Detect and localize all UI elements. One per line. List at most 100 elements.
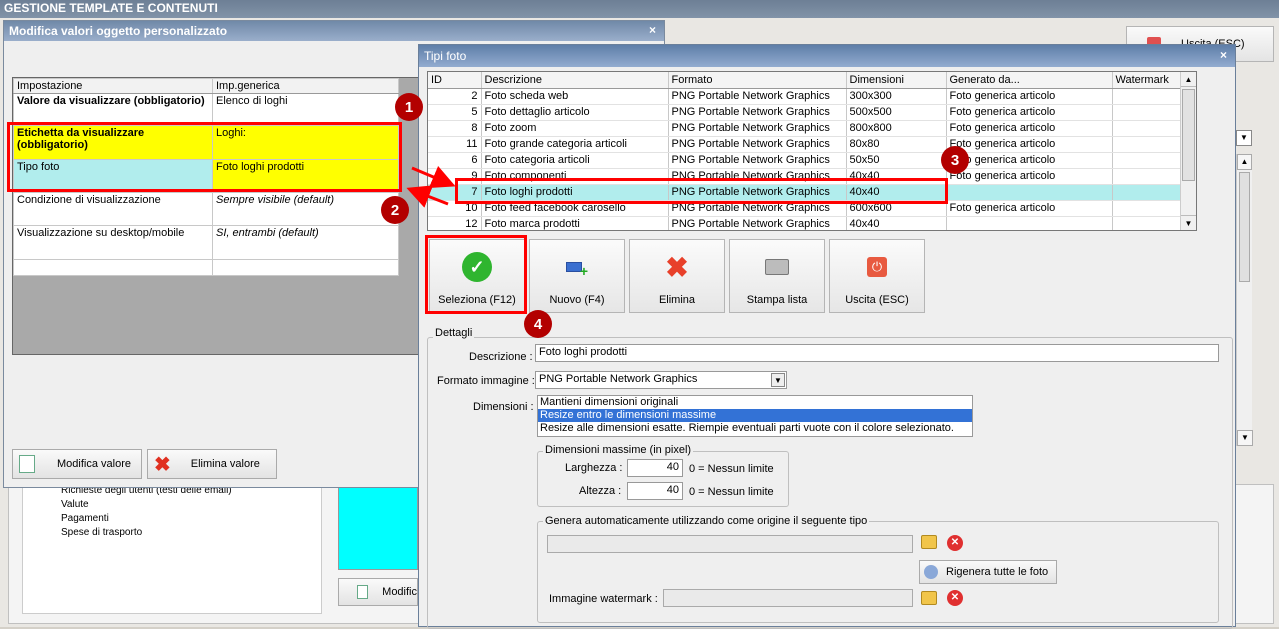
folder-icon[interactable] — [921, 591, 937, 605]
tree-item[interactable]: Pagamenti — [61, 513, 109, 524]
dialog1-title: Modifica valori oggetto personalizzato × — [4, 21, 664, 41]
tree-panel: Richieste degli utenti (testi delle emai… — [22, 484, 322, 614]
clear-red-icon[interactable]: ✕ — [947, 590, 963, 606]
edit-icon — [357, 585, 369, 599]
value-cell[interactable] — [212, 259, 399, 276]
col-header-format[interactable]: Formato — [668, 72, 847, 89]
list-item[interactable]: Mantieni dimensioni originali — [538, 396, 972, 409]
desc-cell: Foto dettaglio articolo — [481, 104, 669, 121]
table-row[interactable]: Condizione di visualizzazione Sempre vis… — [13, 192, 399, 226]
annotation-box-select-button — [425, 235, 527, 314]
scroll-up-icon[interactable]: ▲ — [1181, 72, 1196, 87]
dialog1-title-text: Modifica valori oggetto personalizzato — [9, 24, 228, 38]
desc-cell: Foto marca prodotti — [481, 216, 669, 230]
col-header-id[interactable]: ID — [428, 72, 482, 89]
max-dimensions-legend: Dimensioni massime (in pixel) — [543, 444, 694, 456]
col-header-watermark[interactable]: Watermark — [1112, 72, 1182, 89]
table-row[interactable]: Valore da visualizzare (obbligatorio) El… — [13, 93, 399, 126]
col-header-generated[interactable]: Generato da... — [946, 72, 1113, 89]
image-format-select[interactable]: PNG Portable Network Graphics ▼ — [535, 371, 787, 389]
new-button[interactable]: + Nuovo (F4) — [529, 239, 625, 313]
list-item[interactable]: Resize alle dimensioni esatte. Riempie e… — [538, 422, 972, 435]
table-row[interactable]: 11 Foto grande categoria articoli PNG Port… — [428, 136, 1182, 153]
close-icon[interactable]: × — [649, 23, 656, 37]
width-label: Larghezza : — [565, 462, 623, 474]
desc-cell: Foto categoria articoli — [481, 152, 669, 169]
value-cell[interactable]: SI, entrambi (default) — [212, 225, 399, 260]
dimensions-label: Dimensioni : — [473, 401, 534, 413]
scroll-up-icon[interactable]: ▲ — [1237, 154, 1252, 170]
power-icon: ⏻ — [862, 252, 892, 282]
col-header-setting[interactable]: Impostazione — [13, 78, 213, 94]
folder-icon[interactable] — [921, 535, 937, 549]
gen-cell: Foto generica articolo — [946, 104, 1113, 121]
dim-cell: 500x500 — [846, 104, 947, 121]
chevron-down-icon[interactable]: ▼ — [771, 373, 785, 387]
image-format-label: Formato immagine : — [437, 375, 535, 387]
setting-cell — [13, 259, 213, 276]
table-row[interactable]: 6 Foto categoria articoli PNG Portable Net… — [428, 152, 1182, 169]
edit-note-icon — [19, 455, 35, 473]
main-window-title: GESTIONE TEMPLATE E CONTENUTI — [0, 0, 1279, 18]
wm-cell — [1112, 168, 1182, 185]
id-cell: 11 — [428, 136, 482, 153]
table-row[interactable]: 2 Foto scheda web PNG Portable Network Gra… — [428, 88, 1182, 105]
id-cell: 5 — [428, 104, 482, 121]
format-cell: PNG Portable Network Graphics — [668, 120, 847, 137]
clear-red-icon[interactable]: ✕ — [947, 535, 963, 551]
dialog2-title-text: Tipi foto — [424, 49, 467, 63]
col-header-dimensions[interactable]: Dimensioni — [846, 72, 947, 89]
scroll-down-icon[interactable]: ▼ — [1181, 215, 1196, 230]
scroll-down-icon[interactable]: ▼ — [1237, 430, 1253, 446]
exit-button[interactable]: ⏻ Uscita (ESC) — [829, 239, 925, 313]
grid-scrollbar[interactable]: ▲ ▼ — [1180, 72, 1196, 230]
table-row[interactable] — [13, 259, 399, 276]
format-cell: PNG Portable Network Graphics — [668, 216, 847, 230]
gen-cell: Foto generica articolo — [946, 120, 1113, 137]
red-x-icon: ✖ — [154, 453, 171, 476]
value-cell[interactable]: Sempre visibile (default) — [212, 192, 399, 226]
regenerate-photos-button[interactable]: Rigenera tutte le foto — [919, 560, 1057, 584]
scroll-thumb[interactable] — [1239, 172, 1250, 282]
annotation-box-selected-row — [455, 178, 948, 204]
marker-2: 2 — [381, 196, 409, 224]
gen-cell — [946, 184, 1113, 201]
width-field[interactable]: 40 — [627, 459, 683, 477]
right-scrollbar[interactable]: ▲ ▼ — [1236, 154, 1253, 446]
wm-cell — [1112, 184, 1182, 201]
print-list-button[interactable]: Stampa lista — [729, 239, 825, 313]
table-row[interactable]: Visualizzazione su desktop/mobile SI, en… — [13, 225, 399, 260]
col-header-value[interactable]: Imp.generica — [212, 78, 399, 94]
dimensions-list[interactable]: Mantieni dimensioni originali Resize ent… — [537, 395, 973, 437]
format-cell: PNG Portable Network Graphics — [668, 152, 847, 169]
tree-item[interactable]: Valute — [61, 499, 89, 510]
tree-item[interactable]: Spese di trasporto — [61, 527, 142, 538]
setting-cell: Visualizzazione su desktop/mobile — [13, 225, 213, 260]
main-edit-button[interactable]: Modific — [338, 578, 418, 606]
table-row[interactable]: 8 Foto zoom PNG Portable Network Graphics 8… — [428, 120, 1182, 137]
wm-cell — [1112, 200, 1182, 217]
watermark-field[interactable] — [663, 589, 913, 607]
width-no-limit-hint: 0 = Nessun limite — [689, 463, 774, 475]
table-row[interactable]: 12 Foto marca prodotti PNG Portable Networ… — [428, 216, 1182, 230]
edit-value-button[interactable]: Modifica valore — [12, 449, 142, 479]
description-field[interactable]: Foto loghi prodotti — [535, 344, 1219, 362]
close-icon[interactable]: × — [1220, 48, 1227, 62]
list-item-selected[interactable]: Resize entro le dimensioni massime — [538, 409, 972, 422]
settings-grid: Impostazione Imp.generica Valore da visu… — [12, 77, 420, 355]
scroll-thumb[interactable] — [1182, 89, 1195, 181]
height-field[interactable]: 40 — [627, 482, 683, 500]
col-header-description[interactable]: Descrizione — [481, 72, 669, 89]
table-row[interactable]: 5 Foto dettaglio articolo PNG Portable Net… — [428, 104, 1182, 121]
gen-cell — [946, 216, 1113, 230]
dim-cell: 50x50 — [846, 152, 947, 169]
delete-button[interactable]: ✖ Elimina — [629, 239, 725, 313]
delete-value-button[interactable]: ✖ Elimina valore — [147, 449, 277, 479]
value-cell[interactable]: Elenco di loghi — [212, 93, 399, 126]
right-dropdown-icon[interactable]: ▼ — [1236, 130, 1252, 146]
wm-cell — [1112, 216, 1182, 230]
setting-cell: Valore da visualizzare (obbligatorio) — [13, 93, 213, 126]
desc-cell: Foto grande categoria articoli — [481, 136, 669, 153]
wm-cell — [1112, 88, 1182, 105]
origin-type-field[interactable] — [547, 535, 913, 553]
